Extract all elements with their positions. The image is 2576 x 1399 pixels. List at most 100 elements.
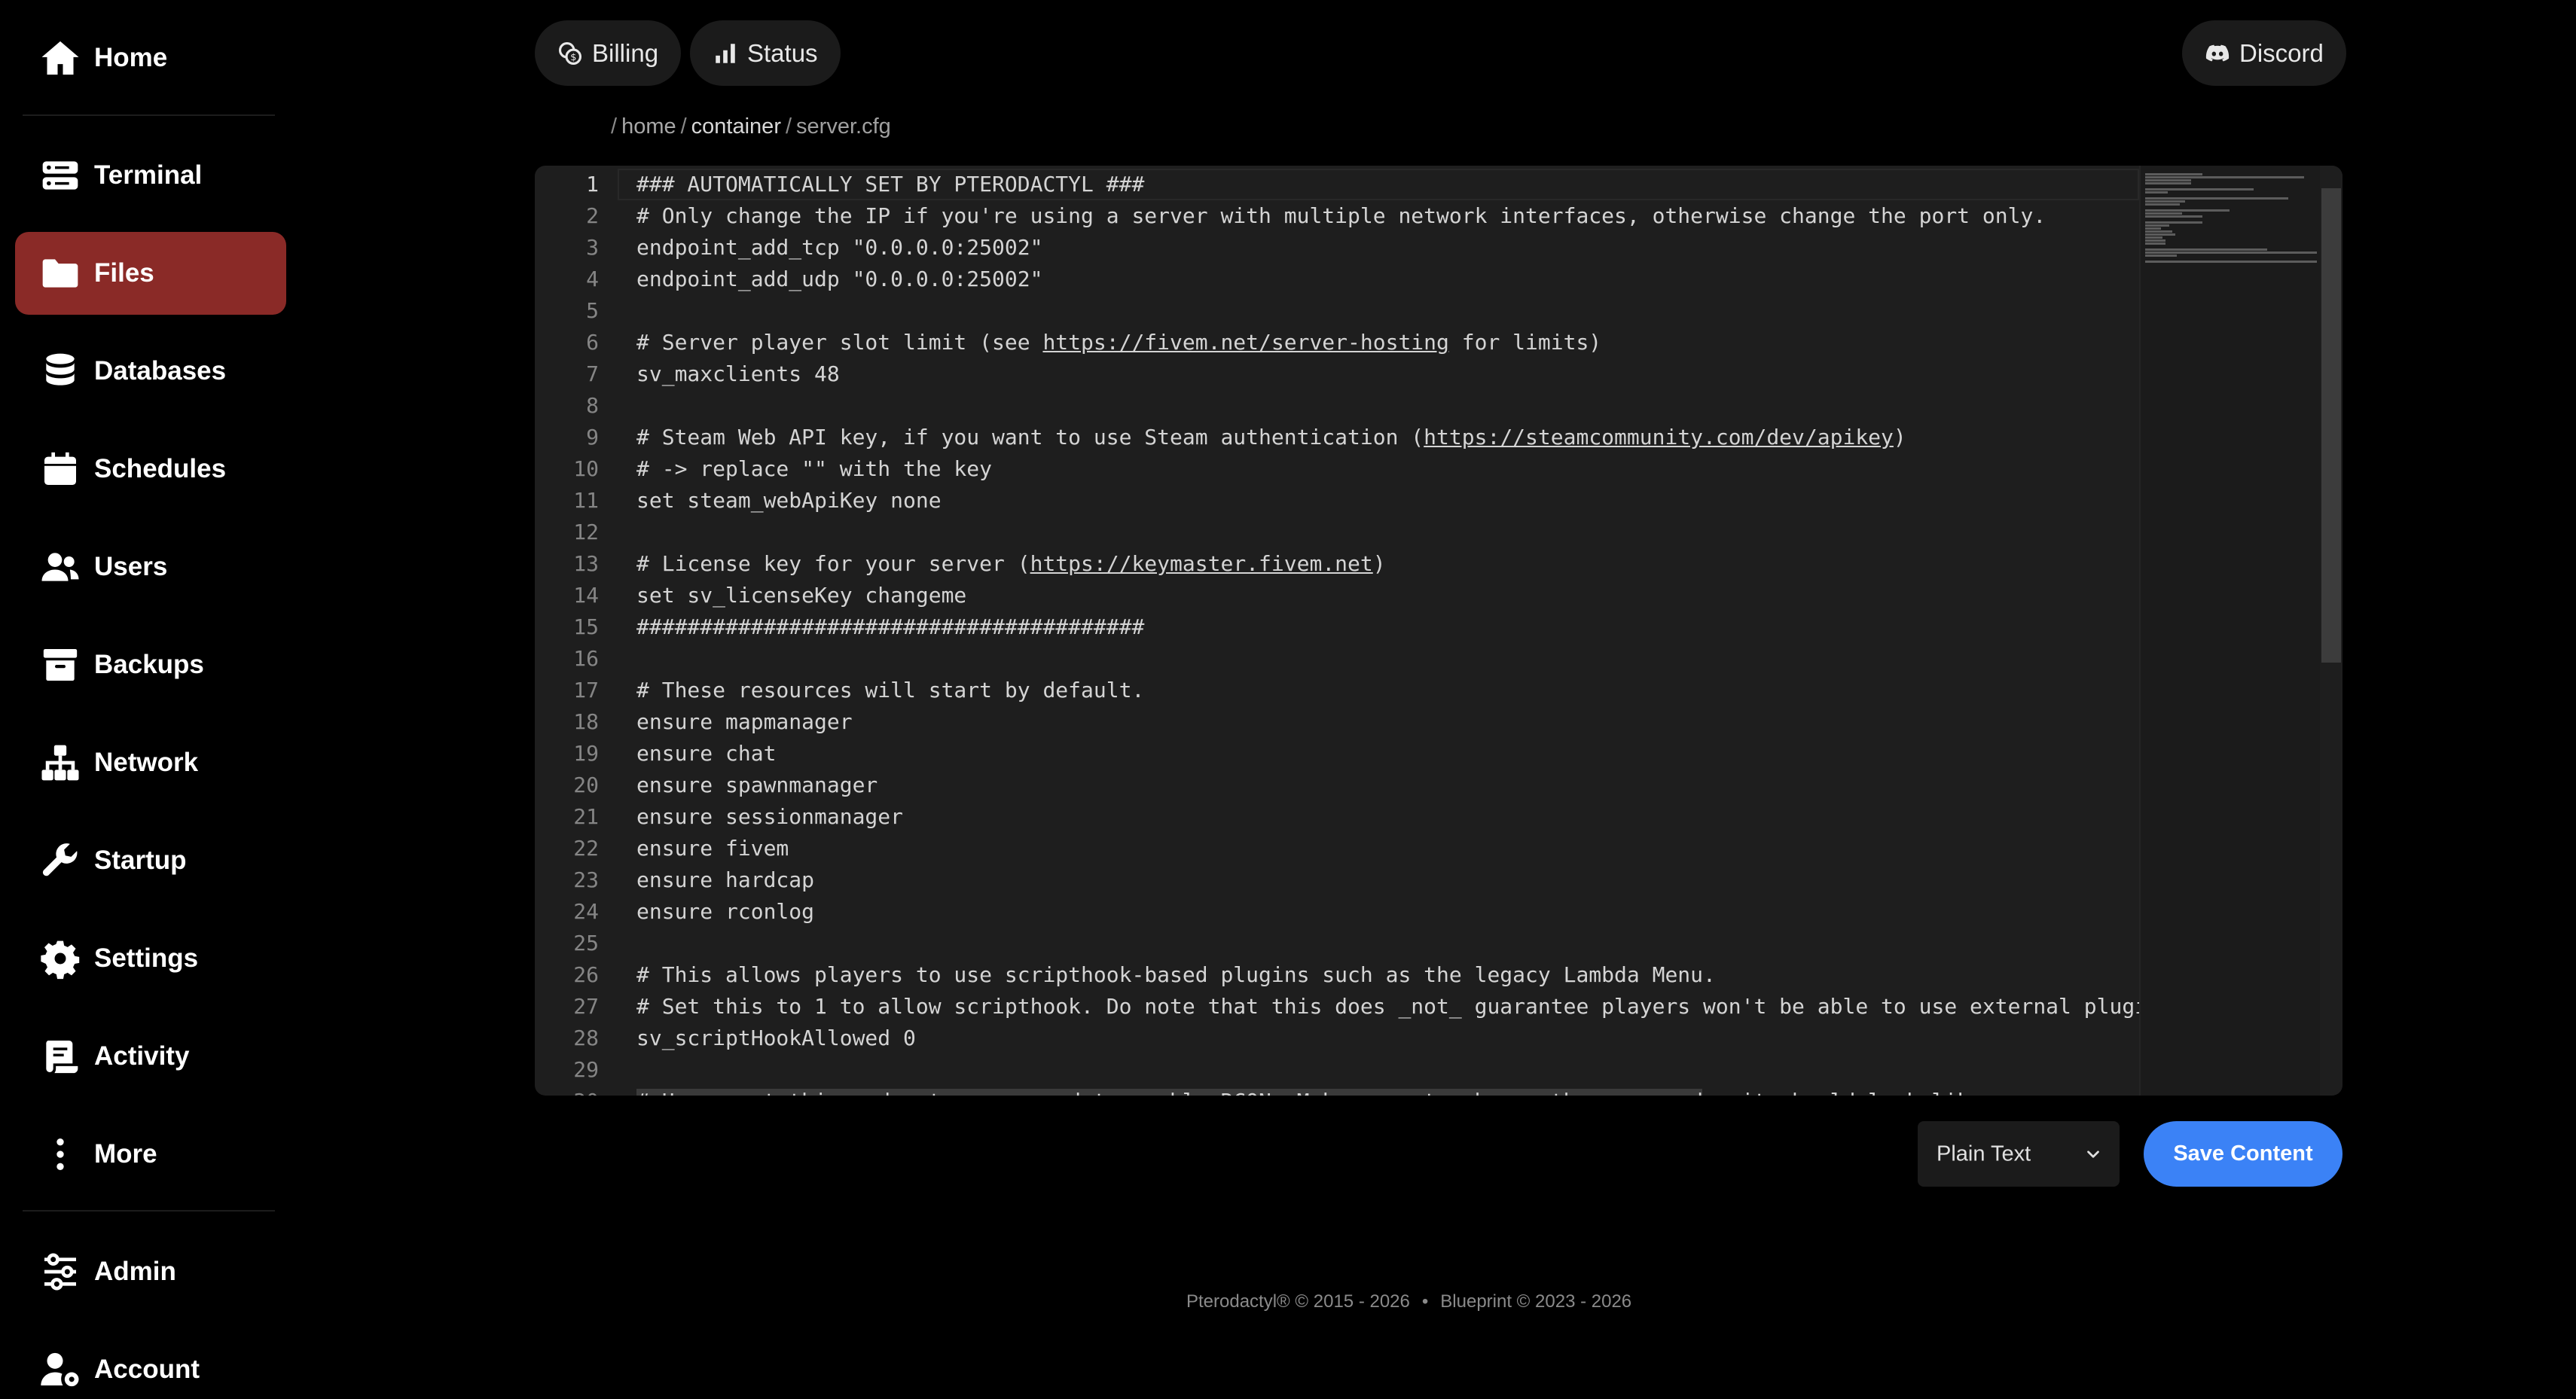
sidebar-item-home[interactable]: Home [15,17,286,99]
minimap-line [2145,227,2161,230]
minimap-line [2145,182,2191,184]
code-line[interactable]: 8 [535,390,2139,422]
code-line[interactable]: 28 sv_scriptHookAllowed 0 [535,1023,2139,1054]
minimap-line [2145,261,2317,263]
code-text: # Set this to 1 to allow scripthook. Do … [636,994,2139,1019]
code-line[interactable]: 13 # License key for your server (https:/… [535,548,2139,580]
code-text: ensure fivem [636,836,789,861]
line-number: 1 [586,172,599,197]
code-line[interactable]: 19 ensure chat [535,738,2139,770]
line-text[interactable]: ensure sessionmanager [636,801,903,833]
breadcrumb-container[interactable]: container [691,114,781,139]
code-line[interactable]: 30 # Uncomment this and set a password to… [535,1086,2139,1096]
line-text[interactable]: # Steam Web API key, if you want to use … [636,422,1906,453]
code-line[interactable]: 10 # -> replace "" with the key [535,453,2139,485]
line-text[interactable]: # This allows players to use scripthook-… [636,959,1716,991]
sidebar-item-databases[interactable]: Databases [15,330,286,413]
code-line[interactable]: 26 # This allows players to use scripthoo… [535,959,2139,991]
billing-button[interactable]: $ Billing [535,20,682,86]
code-line[interactable]: 2 # Only change the IP if you're using a … [535,200,2139,232]
language-select[interactable]: Plain Text [1918,1121,2120,1187]
code-text: # Server player slot limit (see [636,330,1043,355]
minimap-line [2145,215,2202,218]
code-line[interactable]: 7 sv_maxclients 48 [535,358,2139,390]
line-text[interactable]: # Uncomment this and set a password to e… [636,1086,2139,1096]
code-text: for limits) [1448,330,1602,355]
code-line[interactable]: 17 # These resources will start by defaul… [535,675,2139,706]
code-text: ensure mapmanager [636,709,853,734]
sidebar-item-more[interactable]: More [15,1113,286,1196]
sidebar-item-users[interactable]: Users [15,526,286,608]
line-text[interactable]: sv_maxclients 48 [636,358,840,390]
line-text[interactable]: set steam_webApiKey none [636,485,942,517]
breadcrumb-file: server.cfg [796,114,891,139]
discord-button[interactable]: Discord [2182,20,2346,86]
line-text[interactable]: set sv_licenseKey changeme [636,580,966,611]
line-text[interactable]: ensure spawnmanager [636,770,877,801]
line-text[interactable]: ensure chat [636,738,776,770]
line-text[interactable]: ensure rconlog [636,896,814,928]
sidebar-item-terminal[interactable]: Terminal [15,134,286,217]
line-text[interactable]: ######################################## [636,611,1144,643]
code-text: endpoint_add_tcp "0.0.0.0:25002" [636,235,1043,260]
minimap[interactable] [2139,166,2320,1096]
code-line[interactable]: 3 endpoint_add_tcp "0.0.0.0:25002" [535,232,2139,264]
code-line[interactable]: 16 [535,643,2139,675]
save-content-button[interactable]: Save Content [2144,1121,2343,1187]
sidebar-item-backups[interactable]: Backups [15,623,286,706]
code-editor[interactable]: 1 ### AUTOMATICALLY SET BY PTERODACTYL ##… [535,166,2343,1096]
line-text[interactable]: # -> replace "" with the key [636,453,992,485]
code-line[interactable]: 20 ensure spawnmanager [535,770,2139,801]
breadcrumb-home[interactable]: home [621,114,676,139]
sidebar-item-settings[interactable]: Settings [15,917,286,1000]
line-text[interactable]: ensure fivem [636,833,789,864]
line-text[interactable]: # These resources will start by default. [636,675,1144,706]
line-text[interactable]: # License key for your server (https://k… [636,548,1386,580]
sidebar-item-network[interactable]: Network [15,721,286,804]
code-area[interactable]: 1 ### AUTOMATICALLY SET BY PTERODACTYL ##… [535,166,2139,1096]
code-text: # -> replace "" with the key [636,456,993,481]
line-text[interactable]: endpoint_add_tcp "0.0.0.0:25002" [636,232,1042,264]
code-line[interactable]: 11 set steam_webApiKey none [535,485,2139,517]
code-line[interactable]: 1 ### AUTOMATICALLY SET BY PTERODACTYL ##… [535,169,2139,200]
code-line[interactable]: 23 ensure hardcap [535,864,2139,896]
code-text: # License key for your server ( [636,551,1030,576]
code-link[interactable]: https://keymaster.fivem.net [1030,551,1373,576]
code-line[interactable]: 12 [535,517,2139,548]
code-line[interactable]: 24 ensure rconlog [535,896,2139,928]
code-text: ensure hardcap [636,867,815,892]
code-line[interactable]: 14 set sv_licenseKey changeme [535,580,2139,611]
scrollbar-thumb[interactable] [2321,188,2341,663]
code-line[interactable]: 18 ensure mapmanager [535,706,2139,738]
code-link[interactable]: https://steamcommunity.com/dev/apikey [1424,425,1894,450]
code-line[interactable]: 21 ensure sessionmanager [535,801,2139,833]
line-text[interactable]: sv_scriptHookAllowed 0 [636,1023,916,1054]
sidebar-item-admin[interactable]: Admin [15,1230,286,1313]
code-line[interactable]: 27 # Set this to 1 to allow scripthook. D… [535,991,2139,1023]
code-link[interactable]: https://fivem.net/server-hosting [1042,330,1448,355]
minimap-line [2145,236,2162,239]
code-line[interactable]: 5 [535,295,2139,327]
sidebar-item-files[interactable]: Files [15,232,286,315]
code-line[interactable]: 6 # Server player slot limit (see https:/… [535,327,2139,358]
code-line[interactable]: 29 [535,1054,2139,1086]
code-line[interactable]: 4 endpoint_add_udp "0.0.0.0:25002" [535,264,2139,295]
line-text[interactable]: # Server player slot limit (see https://… [636,327,1601,358]
sidebar-item-activity[interactable]: Activity [15,1015,286,1098]
line-text[interactable]: ensure mapmanager [636,706,853,738]
code-line[interactable]: 25 [535,928,2139,959]
line-text[interactable]: endpoint_add_udp "0.0.0.0:25002" [636,264,1042,295]
sidebar-item-schedules[interactable]: Schedules [15,428,286,511]
code-line[interactable]: 9 # Steam Web API key, if you want to use… [535,422,2139,453]
minimap-line [2145,230,2173,233]
sidebar-item-account[interactable]: Account [15,1328,286,1399]
status-button[interactable]: Status [690,20,841,86]
line-text[interactable]: ensure hardcap [636,864,814,896]
code-line[interactable]: 22 ensure fivem [535,833,2139,864]
sliders-icon [39,1251,81,1293]
code-line[interactable]: 15 ######################################… [535,611,2139,643]
sidebar-item-startup[interactable]: Startup [15,819,286,902]
line-text[interactable]: # Only change the IP if you're using a s… [636,200,2046,232]
line-text[interactable]: ### AUTOMATICALLY SET BY PTERODACTYL ### [636,169,1144,200]
line-text[interactable]: # Set this to 1 to allow scripthook. Do … [636,991,2139,1023]
